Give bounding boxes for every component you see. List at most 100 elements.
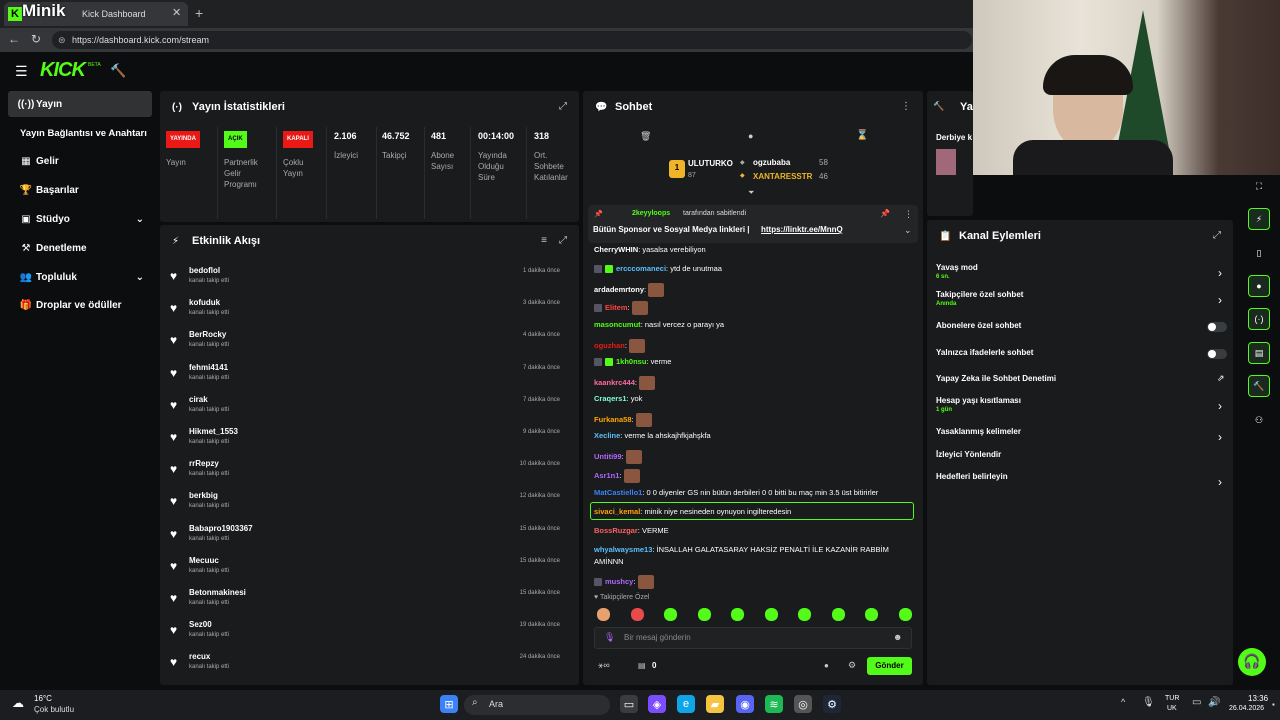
activity-item[interactable]: ♥ Babapro1903367 kanalı takip etti 15 dakik… [160, 523, 570, 555]
chat-message[interactable]: Furkana58: [594, 413, 652, 427]
emote-icon[interactable] [764, 608, 778, 621]
chat-message[interactable]: kaankrc444: [594, 376, 656, 390]
activity-username[interactable]: berkbig [189, 491, 218, 500]
microphone-tray-icon[interactable]: 🎙 [1142, 697, 1155, 708]
sidebar-item-stream-key[interactable]: Yayın Bağlantısı ve Anahtarı [20, 120, 160, 146]
chat-username[interactable]: mushcy [605, 577, 633, 586]
activity-username[interactable]: kofuduk [189, 298, 220, 307]
activity-username[interactable]: BerRocky [189, 330, 226, 339]
card-icon[interactable]: ▯ [1248, 242, 1270, 264]
activity-item[interactable]: ♥ cirak kanalı takip etti 7 dakika önce [160, 394, 570, 426]
activity-item[interactable]: ♥ Hikmet_1553 kanalı takip etti 9 dakika ön… [160, 426, 570, 458]
chat-username[interactable]: MatCastiello1 [594, 488, 642, 497]
chat-username[interactable]: ercccomaneci [616, 264, 666, 273]
activity-username[interactable]: rrRepzy [189, 459, 219, 468]
chat-message[interactable]: Craqers1: yok [594, 394, 642, 403]
sidebar-item-studyo[interactable]: ▣ Stüdyo ⌄ [8, 206, 152, 232]
chat-username[interactable]: Furkana58 [594, 415, 632, 424]
emote-icon[interactable] [831, 608, 845, 621]
hourglass-icon[interactable]: ⌛ [856, 130, 868, 141]
new-tab-icon[interactable]: + [195, 5, 203, 21]
activity-item[interactable]: ♥ Betonmakinesi kanalı takip etti 15 dakika… [160, 587, 570, 619]
chat-username[interactable]: Untiti99 [594, 452, 622, 461]
chat-username[interactable]: 1kh0nsu [616, 357, 646, 366]
clock-date[interactable]: 26.04.2026 [1229, 705, 1264, 712]
chat-message[interactable]: AMİNNN [594, 557, 624, 566]
chevron-right-icon[interactable]: › [1218, 293, 1222, 307]
chevron-right-icon[interactable]: › [1218, 475, 1222, 489]
taskbar-search[interactable] [464, 695, 610, 715]
volume-icon[interactable]: 🔊 [1208, 697, 1220, 708]
unpin-icon[interactable]: 📌 [880, 209, 890, 218]
activity-username[interactable]: recux [189, 652, 210, 661]
activity-item[interactable]: ♥ berkbig kanalı takip etti 12 dakika önce [160, 490, 570, 522]
steam-icon[interactable]: ⚙ [823, 695, 841, 713]
activity-username[interactable]: Hikmet_1553 [189, 427, 238, 436]
file-explorer-icon[interactable]: ▰ [706, 695, 724, 713]
channel-action-item[interactable]: Yavaş mod 6 sn. [936, 263, 978, 280]
toggle-switch[interactable] [1207, 349, 1227, 359]
activity-username[interactable]: Sez00 [189, 620, 212, 629]
chat-message[interactable]: BossRuzgar: VERME [594, 526, 669, 535]
pinned-link[interactable]: https://linktr.ee/MnnQ [761, 225, 843, 234]
activity-item[interactable]: ♥ Sez00 kanalı takip etti 19 dakika önce [160, 619, 570, 651]
activity-username[interactable]: Mecuuc [189, 556, 219, 565]
sidebar-item-denetleme[interactable]: ⚒ Denetleme [8, 235, 152, 261]
pinned-message[interactable]: 📌 2keyyloops tarafından sabitlendi Bütün… [588, 205, 918, 243]
channel-action-item[interactable]: Takipçilere özel sohbet Anında [936, 290, 1023, 307]
collapse-icon[interactable]: ⏷ [748, 188, 754, 198]
emote-icon[interactable] [630, 608, 644, 621]
expand-icon[interactable]: ⤢ [559, 101, 567, 112]
chat-username[interactable]: BossRuzgar [594, 526, 638, 535]
emote-icon[interactable] [697, 608, 711, 621]
chat-username[interactable]: Craqers1 [594, 394, 627, 403]
activity-username[interactable]: cirak [189, 395, 208, 404]
send-button[interactable]: Gönder [867, 657, 912, 675]
expand-icon[interactable]: ⤢ [559, 235, 567, 246]
top-gifter-name[interactable]: ULUTURKO [688, 159, 733, 168]
emoji-icon[interactable]: ☻ [893, 632, 902, 642]
obs-icon[interactable]: ◎ [794, 695, 812, 713]
emote-icon[interactable] [798, 608, 811, 621]
activity-item[interactable]: ♥ recux kanalı takip etti 24 dakika önce [160, 651, 570, 683]
channel-action-item[interactable]: Abonelere özel sohbet [936, 321, 1021, 330]
chat-message[interactable]: ercccomaneci: ytd de unutmaa [594, 264, 722, 274]
activity-username[interactable]: Betonmakinesi [189, 588, 246, 597]
chat-message[interactable]: Asr1n1: [594, 469, 640, 483]
chat-message[interactable]: 1kh0nsu: verme [594, 357, 671, 367]
chevron-right-icon[interactable]: › [1218, 399, 1222, 413]
activity-item[interactable]: ♥ rrRepzy kanalı takip etti 10 dakika önce [160, 458, 570, 490]
emote-icon[interactable] [664, 608, 677, 621]
emote-icon[interactable] [898, 608, 912, 621]
chat-username[interactable]: CherryWHIN [594, 245, 638, 254]
chevron-down-icon[interactable]: ⌄ [904, 225, 912, 236]
task-view-icon[interactable]: ▭ [620, 695, 638, 713]
expand-icon[interactable]: ⤢ [1213, 230, 1221, 241]
chat-message[interactable]: masoncumut: nasıl vercez o parayı ya [594, 320, 724, 329]
back-icon[interactable]: ← [8, 32, 20, 46]
tools-icon[interactable]: 🔨 [1248, 375, 1270, 397]
chat-username[interactable]: kaankrc444 [594, 378, 635, 387]
chat-icon[interactable]: ● [1248, 275, 1270, 297]
tools-icon[interactable]: 🔨 [110, 63, 126, 79]
chat-username[interactable]: Elitem [605, 303, 628, 312]
external-link-icon[interactable]: ⇗ [1217, 373, 1225, 384]
activity-item[interactable]: ♥ kofuduk kanalı takip etti 3 dakika önce [160, 297, 570, 329]
toggle-switch[interactable] [1207, 322, 1227, 332]
keyboard-layout[interactable]: UK [1167, 705, 1177, 712]
emote-icon[interactable] [865, 608, 878, 621]
chat-message[interactable]: CherryWHIN: yasalsa verebiliyon [594, 245, 706, 254]
gear-icon[interactable]: ⚙ [848, 660, 856, 671]
language-code[interactable]: TUR [1165, 695, 1179, 702]
kick-logo[interactable]: KICK [40, 59, 86, 82]
fullscreen-icon[interactable]: ⛶ [1248, 175, 1270, 197]
bolt-icon[interactable]: ⚡ [1248, 208, 1270, 230]
chat-message[interactable]: Elitem: [594, 301, 648, 315]
notification-icon[interactable]: ▪ [1272, 700, 1275, 709]
activity-item[interactable]: ♥ BerRocky kanalı takip etti 4 dakika önce [160, 329, 570, 361]
site-info-icon[interactable]: ⊜ [58, 35, 66, 46]
chevron-right-icon[interactable]: › [1218, 430, 1222, 444]
channel-action-item[interactable]: İzleyici Yönlendir [936, 450, 1001, 459]
activity-item[interactable]: ♥ Mecuuc kanalı takip etti 15 dakika önce [160, 555, 570, 587]
chat-message[interactable]: oguzhan: [594, 339, 645, 353]
